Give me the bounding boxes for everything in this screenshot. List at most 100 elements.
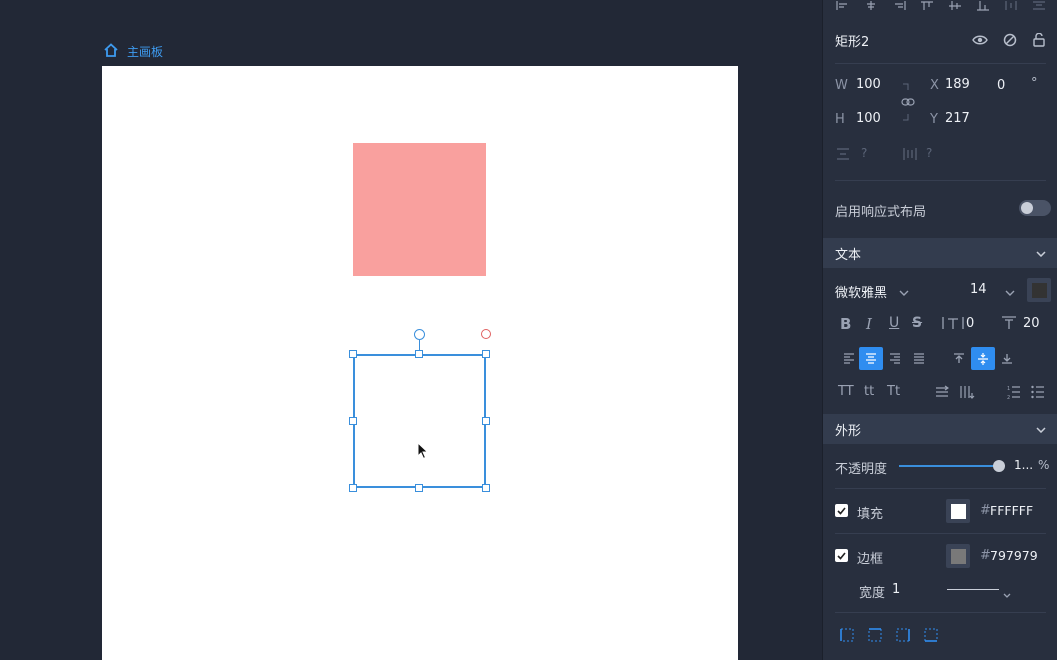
border-checkbox[interactable] bbox=[835, 549, 848, 562]
border-width-input[interactable]: 1 bbox=[892, 582, 900, 597]
divider bbox=[835, 533, 1046, 534]
text-section-title: 文本 bbox=[835, 247, 862, 263]
lock-ratio-icon[interactable] bbox=[900, 80, 916, 128]
border-color-swatch[interactable] bbox=[946, 544, 970, 568]
rotation-handle[interactable] bbox=[414, 329, 425, 340]
horizontal-spacing-input[interactable]: ? bbox=[926, 146, 932, 160]
responsive-toggle[interactable] bbox=[1019, 200, 1051, 216]
letter-spacing-input[interactable]: 0 bbox=[966, 316, 974, 331]
rotation-input[interactable]: 0 bbox=[997, 78, 1005, 93]
x-label: X bbox=[930, 78, 939, 93]
resize-handle-tl[interactable] bbox=[349, 350, 357, 358]
horizontal-spacing-icon bbox=[903, 147, 917, 165]
resize-handle-br[interactable] bbox=[482, 484, 490, 492]
vertical-spacing-input[interactable]: ? bbox=[861, 146, 867, 160]
chevron-down-icon[interactable] bbox=[899, 285, 909, 300]
font-size-select[interactable]: 14 bbox=[970, 282, 987, 297]
vertical-align-top-icon[interactable] bbox=[947, 347, 971, 370]
opacity-slider-handle[interactable] bbox=[993, 460, 1005, 472]
unordered-list-icon[interactable] bbox=[1031, 385, 1045, 403]
divider bbox=[835, 180, 1046, 181]
text-direction-v-icon[interactable] bbox=[959, 385, 975, 403]
opacity-slider-track[interactable] bbox=[899, 465, 999, 467]
chevron-down-icon bbox=[1036, 422, 1046, 437]
opacity-label: 不透明度 bbox=[835, 462, 888, 477]
divider bbox=[835, 612, 1046, 613]
align-bottom-icon[interactable] bbox=[976, 0, 990, 12]
layer-name[interactable]: 矩形2 bbox=[835, 31, 869, 50]
chevron-down-icon bbox=[1036, 246, 1046, 261]
align-right-icon[interactable] bbox=[892, 0, 906, 12]
breadcrumb[interactable]: 主画板 bbox=[104, 43, 163, 60]
fill-color-swatch[interactable] bbox=[946, 499, 970, 523]
bold-button[interactable]: B bbox=[840, 315, 851, 333]
rotation-unit: ° bbox=[1031, 76, 1038, 91]
fill-color-input[interactable]: FFFFFF bbox=[990, 503, 1033, 518]
pink-rectangle[interactable] bbox=[353, 143, 486, 276]
text-align-center-icon[interactable] bbox=[859, 347, 883, 370]
vertical-align-bottom-icon[interactable] bbox=[995, 347, 1019, 370]
breadcrumb-label: 主画板 bbox=[127, 45, 164, 59]
text-color-swatch[interactable] bbox=[1027, 278, 1051, 302]
resize-handle-bl[interactable] bbox=[349, 484, 357, 492]
text-direction-h-icon[interactable] bbox=[935, 385, 950, 403]
chevron-down-icon[interactable] bbox=[1003, 587, 1011, 602]
border-color-input[interactable]: 797979 bbox=[990, 548, 1038, 563]
fill-label: 填充 bbox=[857, 507, 884, 522]
height-input[interactable]: 100 bbox=[856, 111, 881, 126]
divider bbox=[835, 63, 1046, 64]
border-right-icon[interactable] bbox=[896, 628, 910, 646]
ordered-list-icon[interactable]: 12 bbox=[1007, 385, 1021, 403]
titlecase-button[interactable]: Tt bbox=[887, 384, 900, 399]
border-top-icon[interactable] bbox=[868, 628, 882, 646]
align-top-icon[interactable] bbox=[920, 0, 934, 12]
corner-radius-handle[interactable] bbox=[481, 329, 491, 339]
chevron-down-icon[interactable] bbox=[1005, 285, 1015, 300]
opacity-input[interactable]: 1... bbox=[1014, 458, 1033, 472]
resize-handle-t[interactable] bbox=[415, 350, 423, 358]
resize-handle-l[interactable] bbox=[349, 417, 357, 425]
border-left-icon[interactable] bbox=[840, 628, 854, 646]
align-toolbar bbox=[823, 0, 1057, 12]
resize-handle-b[interactable] bbox=[415, 484, 423, 492]
uppercase-button[interactable]: TT bbox=[838, 384, 854, 399]
distribute-v-icon[interactable] bbox=[1032, 0, 1046, 12]
align-middle-v-icon[interactable] bbox=[948, 0, 962, 12]
opacity-unit: % bbox=[1038, 458, 1050, 472]
x-input[interactable]: 189 bbox=[945, 77, 970, 92]
y-input[interactable]: 217 bbox=[945, 111, 970, 126]
text-align-justify-icon[interactable] bbox=[907, 347, 931, 370]
align-left-icon[interactable] bbox=[836, 0, 850, 12]
svg-text:2: 2 bbox=[1007, 395, 1010, 399]
mouse-cursor-icon bbox=[417, 441, 429, 464]
shape-section-header[interactable]: 外形 bbox=[823, 414, 1057, 444]
border-label: 边框 bbox=[857, 552, 884, 567]
layer-header: 矩形2 bbox=[823, 28, 1057, 52]
italic-button[interactable]: I bbox=[866, 315, 872, 333]
text-align-left-icon[interactable] bbox=[837, 347, 861, 370]
text-section-header[interactable]: 文本 bbox=[823, 238, 1057, 268]
selected-rectangle[interactable] bbox=[353, 354, 486, 488]
underline-button[interactable]: U bbox=[889, 315, 899, 331]
divider bbox=[835, 488, 1046, 489]
vertical-align-middle-icon[interactable] bbox=[971, 347, 995, 370]
resize-handle-tr[interactable] bbox=[482, 350, 490, 358]
border-style-select[interactable] bbox=[947, 589, 999, 590]
eye-icon[interactable] bbox=[970, 30, 990, 50]
font-family-select[interactable]: 微软雅黑 bbox=[835, 282, 887, 301]
distribute-h-icon[interactable] bbox=[1004, 0, 1018, 12]
properties-panel: 矩形2 W 100 H 100 X 189 Y 217 0 ° ? ? 启用响应… bbox=[822, 0, 1057, 660]
lowercase-button[interactable]: tt bbox=[864, 384, 874, 399]
line-height-input[interactable]: 20 bbox=[1023, 316, 1040, 331]
letter-spacing-icon bbox=[942, 316, 964, 334]
border-bottom-icon[interactable] bbox=[924, 628, 938, 646]
fill-checkbox[interactable] bbox=[835, 504, 848, 517]
disable-icon[interactable] bbox=[1000, 30, 1020, 50]
unlock-icon[interactable] bbox=[1029, 30, 1049, 50]
resize-handle-r[interactable] bbox=[482, 417, 490, 425]
width-input[interactable]: 100 bbox=[856, 77, 881, 92]
text-align-right-icon[interactable] bbox=[883, 347, 907, 370]
vertical-spacing-icon bbox=[836, 148, 850, 164]
align-center-h-icon[interactable] bbox=[864, 0, 878, 12]
strikethrough-button[interactable]: S bbox=[912, 315, 922, 331]
